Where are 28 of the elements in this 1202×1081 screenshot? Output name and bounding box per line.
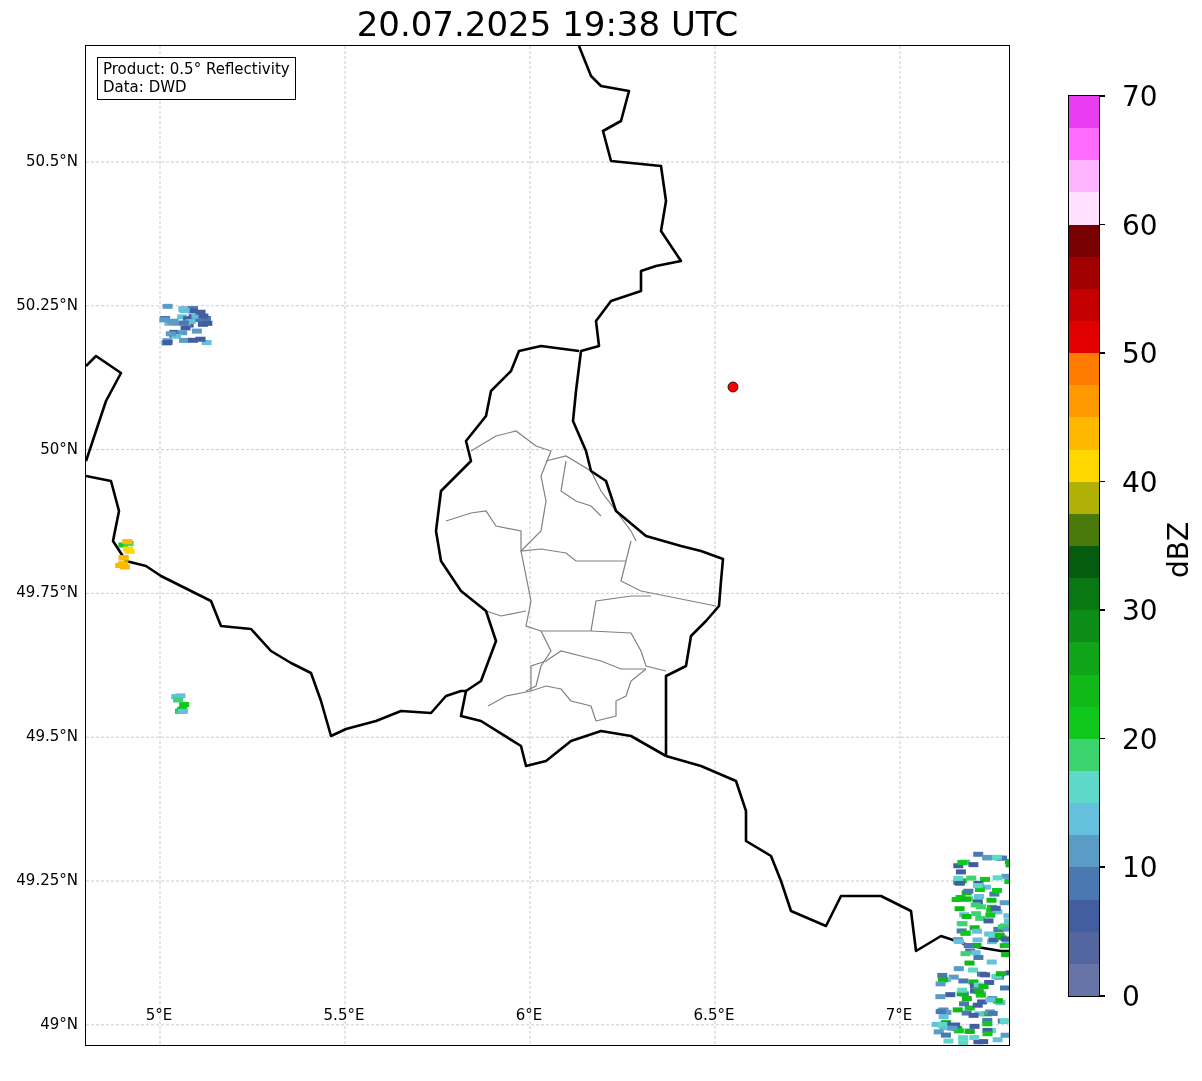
axis-tick-label: 6°E (515, 1006, 543, 1024)
colorbar-tick-label: 10 (1122, 850, 1158, 884)
radar-echo (171, 693, 190, 714)
axis-tick-label: 5°E (145, 1006, 173, 1024)
legend-text: Data: DWD (103, 78, 188, 96)
radar-echo (115, 539, 135, 570)
axis-tick-label: 49.75°N (16, 583, 78, 602)
axis-tick-label: 49.25°N (16, 871, 78, 889)
legend-text: Product: 0.5° Reflectivity (103, 60, 290, 78)
colorbar-tick-label: 40 (1122, 465, 1158, 499)
colorbar-label: dBZ (1162, 521, 1195, 578)
axis-tick-label: 6.5°E (693, 1006, 735, 1024)
colorbar-tick-label: 30 (1122, 593, 1158, 627)
colorbar-tick-label: 20 (1122, 722, 1158, 756)
radar-echo (159, 303, 213, 346)
colorbar-tick-label: 50 (1122, 336, 1158, 370)
axis-tick-label: 7°E (885, 1006, 913, 1024)
plot-title: 20.07.2025 19:38 UTC (356, 4, 739, 44)
colorbar-tick-label: 60 (1122, 208, 1158, 242)
axis-tick-label: 49°N (40, 1014, 78, 1033)
axis-tick-label: 5.5°E (323, 1006, 365, 1024)
radar-site-marker (727, 381, 739, 393)
axis-tick-label: 49.5°N (25, 727, 78, 746)
axis-tick-label: 50.5°N (25, 152, 78, 170)
axis-tick-label: 50°N (40, 439, 78, 458)
colorbar-tick-label: 0 (1122, 979, 1140, 1013)
axis-tick-label: 50.25°N (16, 295, 78, 314)
colorbar-tick-label: 70 (1122, 79, 1158, 113)
